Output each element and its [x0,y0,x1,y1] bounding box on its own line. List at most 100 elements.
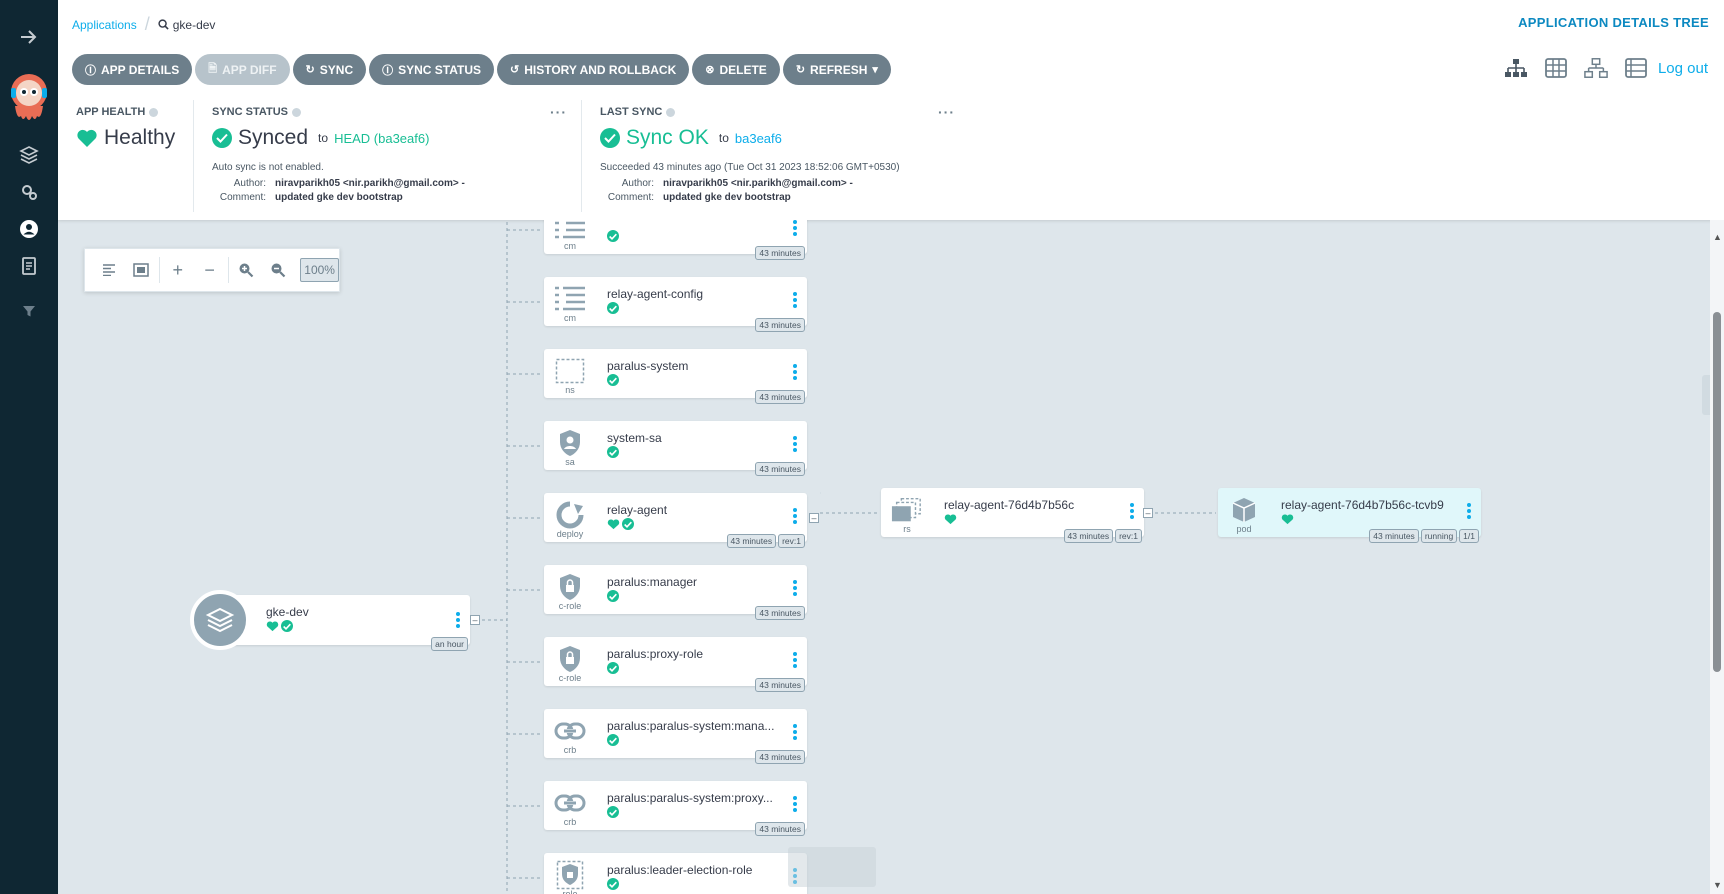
scrollbar-thumb[interactable] [1713,312,1721,672]
sync-button[interactable]: ↻ SYNC [292,54,367,85]
collapse-toggle[interactable]: – [470,615,480,625]
app-root-menu-icon[interactable] [456,612,460,628]
resource-kind: deploy [556,529,584,539]
breadcrumb-applications-link[interactable]: Applications [72,18,137,32]
network-view-icon[interactable] [1584,56,1608,80]
replicaset-icon [891,494,923,526]
resource-node-crb[interactable]: crb paralus:paralus-system:proxy... 43 min… [544,781,807,836]
scroll-up-arrow-icon[interactable]: ▲ [1713,232,1722,242]
sync-status-more-button[interactable]: ··· [550,104,567,120]
age-tag: 43 minutes [755,678,805,692]
service-account-icon [554,427,586,459]
resource-menu-icon[interactable] [793,508,797,524]
resource-name: paralus:manager [607,575,698,589]
sync-revision-link[interactable]: HEAD (ba3eaf6) [334,131,429,146]
divider [193,100,194,212]
help-icon[interactable] [292,107,301,117]
history-rollback-button[interactable]: ↺ HISTORY AND ROLLBACK [497,54,690,85]
resource-node-sa[interactable]: sa system-sa 43 minutes [544,421,807,476]
app-root-card[interactable]: gke-dev an hour [218,595,470,651]
resource-menu-icon[interactable] [793,652,797,668]
app-layers-icon [190,590,250,650]
side-panel-handle[interactable] [1702,375,1710,415]
replicaset-status [944,513,957,525]
zoom-in-icon[interactable] [231,256,263,284]
scroll-down-arrow-icon[interactable]: ▼ [1713,880,1722,890]
expand-plus-icon[interactable]: + [162,256,194,284]
pods-grid-view-icon[interactable] [1544,56,1568,80]
auto-sync-note: Auto sync is not enabled. [212,162,324,173]
resource-node-crb[interactable]: crb paralus:paralus-system:mana... 43 minu… [544,709,807,764]
resource-status [607,302,619,314]
align-left-icon[interactable] [93,256,125,284]
app-diff-button[interactable]: 🗎 APP DIFF [195,54,290,85]
resource-menu-icon[interactable] [793,724,797,740]
resource-node-cm[interactable]: cm relay-agent-config 43 minutes [544,277,807,332]
help-icon[interactable] [666,107,676,117]
resource-node-c-role[interactable]: c-role paralus:proxy-role 43 minutes [544,637,807,692]
help-icon[interactable] [149,107,159,117]
resource-node-role[interactable]: role paralus:leader-election-role [544,853,807,894]
refresh-button[interactable]: ↻ REFRESH ▾ [782,54,891,85]
resource-name: paralus:proxy-role [607,647,704,661]
app-details-button[interactable]: ⓘ APP DETAILS [72,54,193,85]
fit-screen-icon[interactable] [125,256,157,284]
resource-menu-icon[interactable] [793,364,797,380]
documentation-icon[interactable] [14,251,44,281]
argo-logo[interactable] [9,72,49,124]
resource-menu-icon[interactable] [793,436,797,452]
resource-node-ns[interactable]: ns paralus-system 43 minutes [544,349,807,404]
pod-menu-icon[interactable] [1467,503,1471,519]
resource-kind: cm [564,241,576,251]
settings-gears-icon[interactable] [14,177,44,207]
floating-history-controls[interactable] [788,847,876,887]
tree-view-icon[interactable] [1504,56,1528,80]
author-value: niravparikh05 <nir.parikh@gmail.com> - [663,178,853,189]
last-sync-label-text: LAST SYNC [600,106,663,118]
expand-arrow-icon[interactable] [14,22,44,52]
last-sync-succeeded: Succeeded 43 minutes ago (Tue Oct 31 202… [600,162,900,173]
sync-to-label: to [318,131,329,145]
user-info-icon[interactable] [14,214,44,244]
last-sync-revision-link[interactable]: ba3eaf6 [735,131,782,146]
resource-menu-icon[interactable] [793,796,797,812]
collapse-toggle[interactable]: – [809,513,819,523]
history-rollback-label: HISTORY AND ROLLBACK [524,62,677,77]
sync-comment-row: Comment: updated gke dev bootstrap [206,192,403,203]
resource-status [607,806,619,818]
resource-menu-icon[interactable] [793,580,797,596]
logout-link[interactable]: Log out [1658,60,1708,77]
last-sync-more-button[interactable]: ··· [938,104,955,120]
age-tag: 43 minutes [755,390,805,404]
resource-tree-graph[interactable]: + − 100% gke-dev an hour – cm 43 minutes c… [58,220,1710,894]
collapse-toggle[interactable]: – [1143,508,1153,518]
sync-status-button[interactable]: ⓘ SYNC STATUS [369,54,495,85]
replicaset-menu-icon[interactable] [1130,503,1134,519]
list-view-icon[interactable] [1624,56,1648,80]
resource-node-deploy[interactable]: deploy relay-agent 43 minutes rev:1 [544,493,807,548]
app-root-node[interactable]: gke-dev an hour [190,590,470,651]
app-details-label: APP DETAILS [101,62,180,77]
replicaset-kind: rs [903,524,911,534]
collapse-minus-icon[interactable]: − [194,256,226,284]
pod-node[interactable]: pod relay-agent-76d4b7b56c-tcvb9 43 minu… [1218,488,1481,543]
zoom-out-icon[interactable] [262,256,294,284]
applications-layers-icon[interactable] [14,140,44,170]
check-circle-icon [622,518,634,530]
namespace-icon [554,355,586,387]
resource-node-cm[interactable]: cm 43 minutes [544,220,807,260]
breadcrumb-current[interactable]: gke-dev [158,18,215,32]
resource-menu-icon[interactable] [793,292,797,308]
vertical-scrollbar[interactable]: ▲ ▼ [1710,220,1724,894]
zoom-level[interactable]: 100% [300,258,339,282]
resource-menu-icon[interactable] [793,220,797,236]
check-circle-icon [607,230,619,242]
pod-kind: pod [1236,524,1252,534]
replicaset-node[interactable]: rs relay-agent-76d4b7b56c 43 minutes rev:… [881,488,1144,543]
filter-icon[interactable] [14,296,44,326]
delete-button[interactable]: ⊗ DELETE [692,54,780,85]
resource-name: paralus:leader-election-role [607,863,753,877]
resource-node-c-role[interactable]: c-role paralus:manager 43 minutes [544,565,807,620]
app-root-status [266,620,293,632]
resource-name: paralus-system [607,359,689,373]
